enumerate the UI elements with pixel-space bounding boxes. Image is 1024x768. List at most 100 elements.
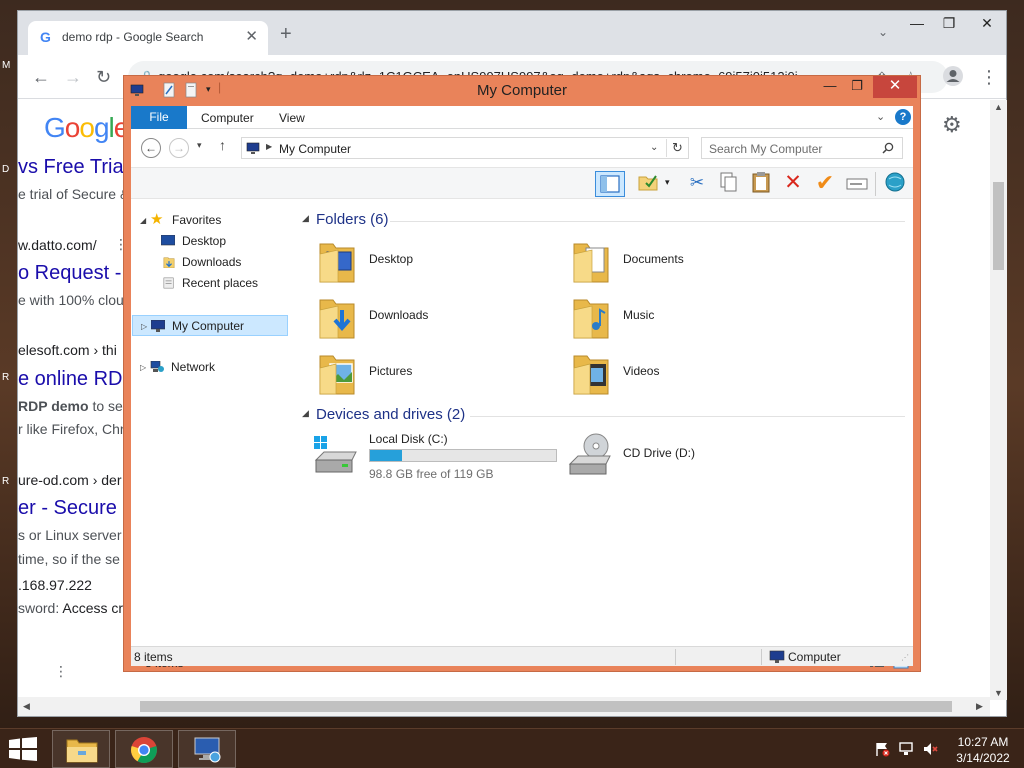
result-url[interactable]: ure-od.com › der — [18, 472, 121, 488]
folder-name: Videos — [623, 364, 660, 378]
forward-icon[interactable]: → — [64, 67, 82, 88]
maximize-button[interactable]: ❐ — [933, 15, 965, 37]
folder-downloads[interactable]: Downloads — [308, 292, 558, 344]
tab-file[interactable]: File — [131, 106, 187, 129]
chevron-down-icon[interactable]: ⌄ — [878, 25, 888, 39]
folder-music[interactable]: Music — [562, 292, 812, 344]
nav-label: Desktop — [182, 234, 227, 248]
back-icon[interactable]: ← — [141, 138, 161, 158]
folder-desktop[interactable]: Desktop — [308, 236, 558, 288]
collapse-arrow-icon[interactable]: ◢ — [302, 408, 309, 419]
nav-desktop[interactable]: Desktop — [131, 231, 291, 252]
nav-favorites[interactable]: ◢ ★ Favorites — [131, 210, 291, 231]
help-icon[interactable]: ? — [895, 109, 911, 125]
globe-icon[interactable] — [882, 171, 908, 197]
documents-folder-icon — [573, 243, 609, 283]
refresh-icon[interactable]: ↻ — [672, 140, 683, 156]
back-icon[interactable]: ← — [32, 67, 50, 88]
expand-arrow-icon[interactable]: ▷ — [140, 357, 146, 378]
expand-arrow-icon[interactable]: ◢ — [140, 210, 146, 231]
result-url[interactable]: w.datto.com/ — [18, 237, 97, 253]
taskbar-chrome[interactable] — [115, 730, 173, 768]
gear-icon[interactable]: ⚙ — [942, 112, 962, 138]
rename-checkmark-icon[interactable]: ✔ — [812, 171, 838, 197]
explorer-titlebar[interactable]: ▾ | My Computer — ❐ ✕ — [124, 76, 920, 106]
action-center-flag-icon[interactable] — [874, 741, 890, 760]
chrome-menu-icon[interactable]: ⋮ — [980, 67, 998, 88]
scrollbar-thumb[interactable] — [140, 701, 952, 712]
address-box[interactable]: ▶ My Computer ⌄ ↻ — [241, 137, 689, 159]
resize-grip-icon[interactable]: ⋰ — [901, 653, 909, 662]
result-title[interactable]: e online RDP — [18, 368, 136, 391]
chevron-down-icon[interactable]: ⌄ — [876, 110, 885, 123]
paste-icon[interactable] — [748, 171, 774, 197]
taskbar-file-explorer[interactable] — [52, 730, 110, 768]
copy-icon[interactable] — [716, 171, 742, 197]
tab-close-icon[interactable]: ✕ — [245, 27, 258, 45]
start-button[interactable] — [8, 737, 38, 764]
forward-icon[interactable]: → — [169, 138, 189, 158]
horizontal-scrollbar[interactable]: ◀ ▶ — [18, 697, 990, 716]
nav-downloads[interactable]: Downloads — [131, 252, 291, 273]
search-icon[interactable] — [882, 142, 894, 154]
volume-muted-icon[interactable] — [922, 741, 938, 760]
nav-recent-places[interactable]: Recent places — [131, 273, 291, 294]
profile-icon[interactable] — [942, 65, 964, 92]
delete-icon[interactable]: ✕ — [780, 171, 806, 197]
chevron-down-icon[interactable]: ⌄ — [650, 142, 658, 153]
tab-view[interactable]: View — [279, 111, 305, 125]
folder-documents[interactable]: Documents — [562, 236, 812, 288]
folder-pictures[interactable]: Pictures — [308, 348, 558, 400]
remote-desktop-icon — [194, 737, 221, 763]
maximize-button[interactable]: ❐ — [844, 76, 870, 98]
network-tray-icon[interactable] — [898, 741, 914, 760]
new-tab-icon[interactable]: + — [280, 23, 292, 46]
close-button[interactable]: ✕ — [971, 15, 1003, 37]
reload-icon[interactable]: ↻ — [96, 67, 111, 88]
minimize-button[interactable]: — — [817, 76, 843, 98]
disk-usage-fill — [370, 450, 402, 461]
breadcrumb-arrow-icon[interactable]: ▶ — [266, 142, 272, 151]
rename-icon[interactable] — [844, 171, 870, 197]
google-logo[interactable]: Google — [44, 112, 129, 144]
tab-computer[interactable]: Computer — [201, 111, 254, 125]
result-title[interactable]: o Request - — [18, 262, 121, 285]
taskbar-remote-desktop[interactable] — [178, 730, 236, 768]
collapse-arrow-icon[interactable]: ◢ — [302, 213, 309, 224]
up-arrow-icon[interactable]: ↑ — [219, 137, 226, 153]
search-input[interactable]: Search My Computer — [701, 137, 903, 159]
minimize-button[interactable]: — — [901, 15, 933, 37]
drives-group-header[interactable]: ◢ Devices and drives (2) — [300, 405, 910, 425]
scrollbar-thumb[interactable] — [993, 182, 1004, 270]
nav-label: Network — [171, 360, 216, 374]
windows-logo-icon — [9, 737, 37, 761]
desktop-label: R — [2, 372, 10, 383]
status-bar: 8 items Computer ⋰ — [131, 646, 913, 666]
expand-arrow-icon[interactable]: ▷ — [141, 316, 147, 337]
cut-icon[interactable]: ✂ — [684, 171, 710, 197]
folder-videos[interactable]: Videos — [562, 348, 812, 400]
browser-tab[interactable]: G demo rdp - Google Search ✕ — [28, 21, 268, 55]
recent-locations-icon[interactable]: ▾ — [197, 140, 202, 151]
nav-label: Recent places — [182, 276, 259, 290]
desktop-icon — [161, 235, 175, 246]
search-placeholder[interactable]: Search My Computer — [709, 142, 822, 156]
computer-icon — [769, 650, 785, 663]
nav-my-computer[interactable]: ▷ My Computer — [132, 315, 288, 336]
drive-c[interactable]: Local Disk (C:) 98.8 GB free of 119 GB — [308, 430, 558, 482]
vertical-scrollbar[interactable]: ▲ ▼ — [990, 100, 1007, 700]
preview-pane-button[interactable] — [595, 171, 625, 197]
chevron-down-icon[interactable]: ▾ — [665, 177, 670, 188]
properties-folder-icon[interactable] — [635, 171, 661, 197]
more-options-icon[interactable]: ⋮ — [54, 663, 68, 680]
result-title[interactable]: vs Free Trial — [18, 156, 128, 179]
close-button[interactable]: ✕ — [873, 76, 917, 98]
address-text[interactable]: My Computer — [279, 142, 351, 156]
drive-d[interactable]: CD Drive (D:) — [562, 430, 812, 482]
result-url[interactable]: elesoft.com › thi — [18, 342, 117, 358]
folders-group-header[interactable]: ◢ Folders (6) — [300, 210, 910, 230]
system-clock[interactable]: 10:27 AM 3/14/2022 — [948, 734, 1018, 766]
result-title[interactable]: er - Secure — [18, 497, 117, 520]
result-snippet: s or Linux server — [18, 527, 122, 543]
nav-network[interactable]: ▷ Network — [131, 357, 291, 378]
